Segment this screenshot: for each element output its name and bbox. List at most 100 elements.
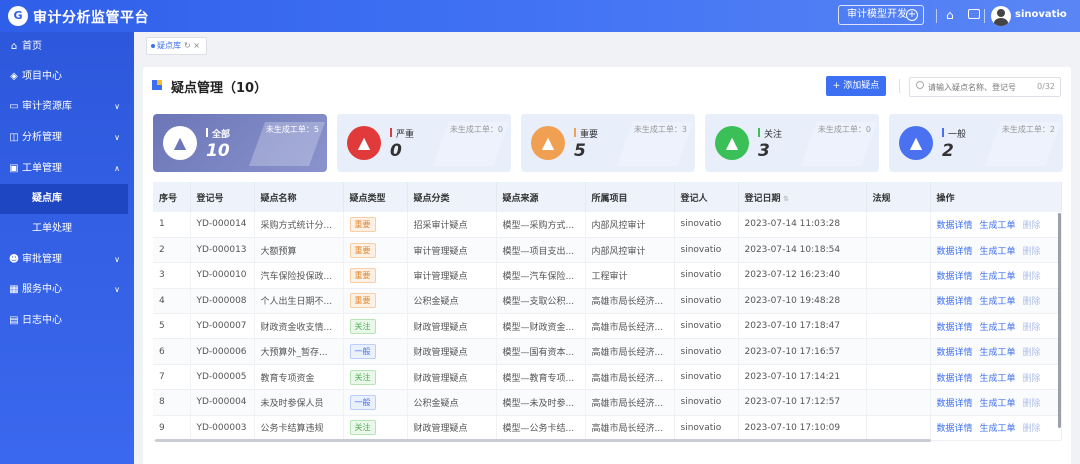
sidebar-item-approval[interactable]: ☻ 审批管理 ∨	[0, 245, 134, 275]
generate-ticket-link[interactable]: 生成工单	[980, 399, 1016, 409]
sidebar-item-label: 疑点库	[32, 193, 62, 204]
horizontal-scrollbar[interactable]	[155, 439, 931, 442]
cell-name: 大额预算	[254, 237, 344, 264]
data-detail-link[interactable]: 数据详情	[937, 424, 973, 434]
generate-ticket-link[interactable]: 生成工单	[980, 247, 1016, 257]
generate-ticket-link[interactable]: 生成工单	[980, 221, 1016, 231]
generate-ticket-link[interactable]: 生成工单	[980, 374, 1016, 384]
sidebar-item-ticket-processing[interactable]: 工单处理	[0, 214, 134, 244]
sidebar-item-projects[interactable]: ◈ 项目中心	[0, 62, 134, 92]
cell-proj: 高雄市局长经济...	[585, 415, 675, 442]
cell-reg: YD-000003	[190, 415, 255, 442]
stat-card-general[interactable]: ▲ 一般 2 未生成工单：2	[889, 114, 1063, 172]
table-row: 2 YD-000013 大额预算 重要 审计管理疑点 模型—项目支出... 内部风控审计 si…	[153, 237, 1062, 264]
delete-link[interactable]: 删除	[1023, 348, 1041, 358]
data-detail-link[interactable]: 数据详情	[937, 247, 973, 257]
delete-link[interactable]: 删除	[1023, 399, 1041, 409]
search-input[interactable]	[928, 80, 1038, 94]
generate-ticket-link[interactable]: 生成工单	[980, 272, 1016, 282]
cell-actions: 数据详情 生成工单 删除	[930, 389, 1062, 416]
add-suspicion-button[interactable]: + 添加疑点	[826, 76, 886, 96]
delete-link[interactable]: 删除	[1023, 374, 1041, 384]
cell-law	[866, 237, 931, 264]
delete-link[interactable]: 删除	[1023, 272, 1041, 282]
cell-law	[866, 212, 931, 238]
cell-date: 2023-07-10 19:48:28	[738, 288, 867, 315]
data-detail-link[interactable]: 数据详情	[937, 399, 973, 409]
table-row: 3 YD-000010 汽车保险投保政... 重要 审计管理疑点 模型—汽车保险... 工程…	[153, 262, 1062, 289]
cell-cat: 审计管理疑点	[407, 262, 497, 289]
stat-card-attention[interactable]: ▲ 关注 3 未生成工单：0	[705, 114, 879, 172]
stat-ticket-count: 未生成工单：2	[1001, 125, 1055, 134]
delete-link[interactable]: 删除	[1023, 221, 1041, 231]
sort-icon[interactable]: ⇅	[781, 195, 789, 203]
tab-bar: 疑点库 ↻ ×	[134, 32, 1080, 60]
stat-card-all[interactable]: ▲ 全部 10 未生成工单：5	[153, 114, 327, 172]
cell-no: 3	[153, 262, 191, 289]
vertical-scrollbar[interactable]	[1058, 213, 1061, 428]
chevron-down-icon: ∨	[114, 285, 120, 294]
generate-ticket-link[interactable]: 生成工单	[980, 297, 1016, 307]
tab-refresh-close-icon[interactable]: ↻ ×	[184, 41, 200, 50]
cell-proj: 高雄市局长经济...	[585, 313, 675, 340]
sidebar-item-services[interactable]: ▦ 服务中心 ∨	[0, 275, 134, 305]
sidebar: ⌂ 首页 ◈ 项目中心 ▭ 审计资源库 ∨ ◫ 分析管理 ∨ ▣ 工单管理 ∧ …	[0, 32, 134, 464]
chevron-down-icon: ∨	[114, 102, 120, 111]
delete-link[interactable]: 删除	[1023, 323, 1041, 333]
cell-type: 一般	[343, 389, 408, 416]
column-header-label: 登记人	[680, 193, 708, 204]
sidebar-item-home[interactable]: ⌂ 首页	[0, 32, 134, 62]
column-header-label: 疑点名称	[260, 193, 297, 204]
data-detail-link[interactable]: 数据详情	[937, 272, 973, 282]
stat-name: 一般	[948, 130, 967, 140]
cell-name: 个人出生日期不...	[254, 288, 344, 315]
tab-suspicion-library[interactable]: 疑点库 ↻ ×	[146, 37, 207, 55]
generate-ticket-link[interactable]: 生成工单	[980, 424, 1016, 434]
delete-link[interactable]: 删除	[1023, 247, 1041, 257]
delete-link[interactable]: 删除	[1023, 297, 1041, 307]
audit-model-dev-button[interactable]: 审计模型开发 +	[838, 5, 924, 25]
data-detail-link[interactable]: 数据详情	[937, 323, 973, 333]
cell-cat: 招采审计疑点	[407, 212, 497, 238]
cell-date: 2023-07-14 10:18:54	[738, 237, 867, 264]
cell-date: 2023-07-12 16:23:40	[738, 262, 867, 289]
column-header: 疑点分类	[407, 182, 497, 212]
stat-card-important[interactable]: ▲ 重要 5 未生成工单：3	[521, 114, 695, 172]
cell-reg: YD-000008	[190, 288, 255, 315]
generate-ticket-link[interactable]: 生成工单	[980, 323, 1016, 333]
column-header[interactable]: 登记日期 ⇅	[738, 182, 867, 212]
sidebar-item-resources[interactable]: ▭ 审计资源库 ∨	[0, 92, 134, 122]
sidebar-item-tickets[interactable]: ▣ 工单管理 ∧	[0, 154, 134, 184]
level-marker	[206, 128, 208, 137]
stat-ticket-count: 未生成工单：0	[449, 125, 503, 134]
avatar[interactable]	[991, 6, 1011, 26]
column-header: 疑点来源	[496, 182, 586, 212]
sidebar-item-suspicion-library[interactable]: 疑点库	[0, 184, 128, 214]
message-icon[interactable]	[968, 9, 980, 19]
cell-name: 教育专项资金	[254, 364, 344, 391]
data-detail-link[interactable]: 数据详情	[937, 374, 973, 384]
chevron-down-icon: ∨	[114, 255, 120, 264]
warning-icon: ▲	[715, 126, 749, 160]
sidebar-item-logs[interactable]: ▤ 日志中心	[0, 306, 134, 336]
home-icon[interactable]: ⌂	[946, 8, 954, 22]
data-detail-link[interactable]: 数据详情	[937, 221, 973, 231]
sidebar-item-analysis[interactable]: ◫ 分析管理 ∨	[0, 123, 134, 153]
data-detail-link[interactable]: 数据详情	[937, 297, 973, 307]
cell-no: 8	[153, 389, 191, 416]
data-detail-link[interactable]: 数据详情	[937, 348, 973, 358]
cell-user: sinovatio	[674, 313, 739, 340]
chevron-down-icon[interactable]: ⌄	[1056, 8, 1064, 18]
cell-law	[866, 338, 931, 365]
cell-actions: 数据详情 生成工单 删除	[930, 364, 1062, 391]
search-box[interactable]: 0/32	[909, 77, 1061, 97]
stat-name: 关注	[764, 130, 783, 140]
delete-link[interactable]: 删除	[1023, 424, 1041, 434]
cell-proj: 内部风控审计	[585, 212, 675, 238]
table-header-row: 序号 登记号 疑点名称 疑点类型 疑点分类 疑点来源 所属项目 登记人 登记日期 ⇅ 法规 操作	[153, 182, 1062, 212]
generate-ticket-link[interactable]: 生成工单	[980, 348, 1016, 358]
cell-user: sinovatio	[674, 389, 739, 416]
app-logo-icon[interactable]: G	[8, 6, 28, 26]
column-header: 疑点类型	[343, 182, 408, 212]
stat-card-severe[interactable]: ▲ 严重 0 未生成工单：0	[337, 114, 511, 172]
